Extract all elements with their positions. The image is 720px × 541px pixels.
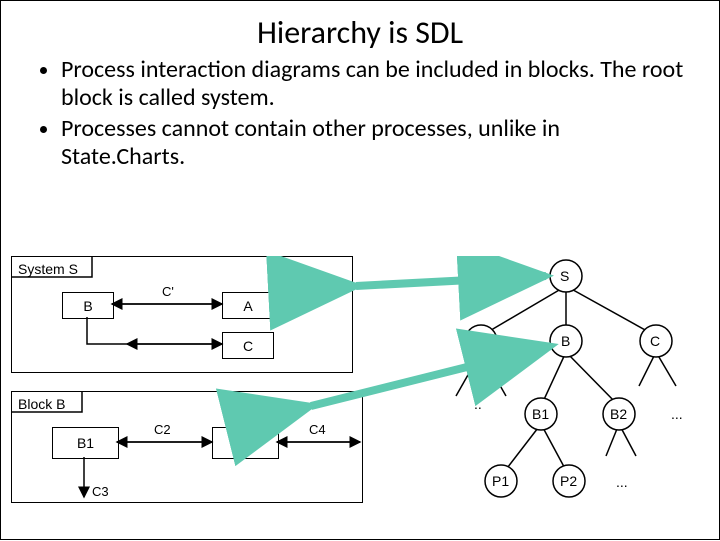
slide-title: Hierarchy is SDL bbox=[1, 13, 719, 52]
bullet-list: Process interaction diagrams can be incl… bbox=[41, 56, 689, 170]
bullet-item: Processes cannot contain other processes… bbox=[61, 115, 689, 170]
link-arrow-icon bbox=[311, 346, 551, 406]
link-arrows bbox=[1, 256, 720, 541]
slide: Hierarchy is SDL Process interaction dia… bbox=[0, 0, 720, 540]
bullet-item: Process interaction diagrams can be incl… bbox=[61, 56, 689, 111]
link-arrow-icon bbox=[356, 276, 546, 286]
diagram-area: System S B A C bbox=[1, 256, 720, 541]
